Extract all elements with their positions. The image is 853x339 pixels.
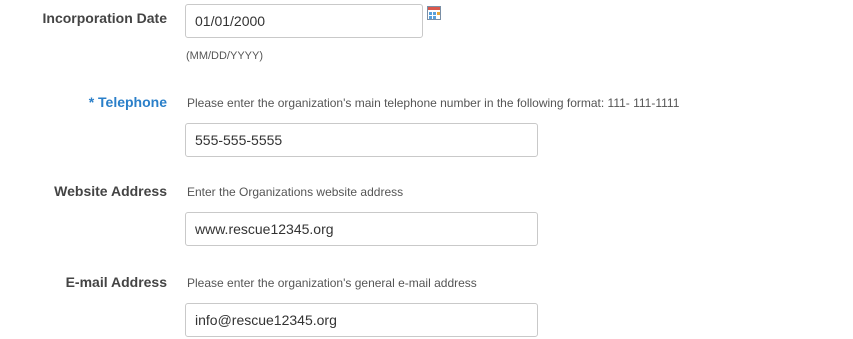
email-address-label: E-mail Address (65, 274, 167, 290)
telephone-input[interactable] (185, 123, 538, 157)
website-help-text: Enter the Organizations website address (187, 185, 404, 199)
email-address-input[interactable] (185, 303, 538, 337)
incorporation-date-label: Incorporation Date (42, 10, 167, 26)
website-address-label: Website Address (54, 183, 167, 199)
date-format-hint: (MM/DD/YYYY) (186, 50, 263, 62)
incorporation-date-input[interactable] (185, 4, 423, 38)
calendar-icon[interactable] (427, 6, 441, 20)
website-address-input[interactable] (185, 212, 538, 246)
telephone-label: * Telephone (88, 94, 167, 110)
email-help-text: Please enter the organization's general … (187, 276, 477, 290)
telephone-help-text: Please enter the organization's main tel… (187, 96, 680, 110)
